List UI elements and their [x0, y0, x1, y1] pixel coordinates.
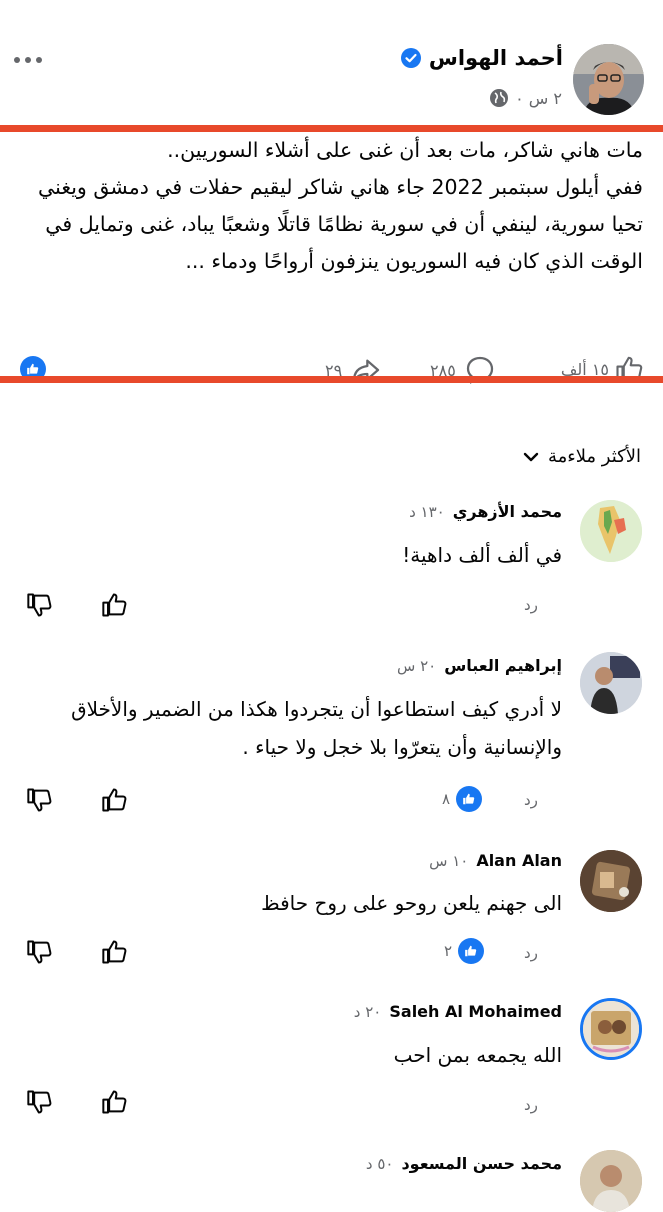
post-line: ففي أيلول سبتمبر 2022 جاء هاني شاكر ليقي…: [38, 175, 643, 273]
comment-like-count: ٢: [444, 942, 453, 960]
post-author[interactable]: أحمد الهواس: [400, 46, 563, 70]
post-line: مات هاني شاكر، مات بعد أن غنى على أشلاء …: [167, 138, 643, 162]
comment-time: ٢٠ د: [353, 1003, 382, 1021]
dot-icon: [25, 57, 31, 63]
dislike-button-icon[interactable]: [26, 938, 54, 966]
reply-button[interactable]: رد: [524, 1096, 538, 1114]
like-button-icon[interactable]: [101, 786, 129, 814]
comment-author-name[interactable]: إبراهيم العباس: [444, 656, 562, 675]
dislike-button-icon[interactable]: [26, 1088, 54, 1116]
like-button-icon[interactable]: [101, 938, 129, 966]
like-button-icon[interactable]: [101, 1088, 129, 1116]
comment-text: لا أدري كيف استطاعوا أن يتجردوا هكذا من …: [71, 697, 562, 759]
comment-time: ١٠ س: [429, 852, 469, 870]
comment-author-name[interactable]: Alan Alan: [476, 851, 562, 870]
comment-time: ٥٠ د: [365, 1155, 394, 1173]
dot-icon: [14, 57, 20, 63]
dot-icon: [36, 57, 42, 63]
post-time: ٢ س ٠: [515, 88, 562, 108]
comment-text: الله يجمعه بمن احب: [393, 1043, 562, 1067]
comment-author-name[interactable]: Saleh Al Mohaimed: [389, 1002, 562, 1021]
comment-author[interactable]: Saleh Al Mohaimed ٢٠ د: [354, 1002, 562, 1021]
comment-avatar[interactable]: [580, 998, 642, 1060]
like-badge-icon: [456, 786, 483, 812]
comment-avatar[interactable]: [580, 850, 642, 912]
comment-time: ٢٠ س: [396, 657, 437, 675]
comment-author[interactable]: Alan Alan ١٠ س: [429, 851, 562, 870]
reply-button[interactable]: رد: [524, 596, 538, 614]
comment-author-name[interactable]: محمد حسن المسعود: [401, 1154, 562, 1173]
post-meta: ٢ س ٠: [489, 88, 562, 108]
comment-time: ١٣٠ د: [409, 503, 445, 521]
post-author-avatar[interactable]: [573, 44, 644, 115]
comment-text: الى جهنم يلعن روحو على روح حافظ: [261, 891, 562, 915]
chevron-down-icon: [523, 452, 539, 461]
comment-avatar[interactable]: [580, 1150, 642, 1212]
comment-author[interactable]: محمد حسن المسعود ٥٠ د: [366, 1154, 562, 1173]
comment-author[interactable]: إبراهيم العباس ٢٠ س: [397, 656, 562, 675]
author-name[interactable]: أحمد الهواس: [429, 46, 563, 70]
dislike-button-icon[interactable]: [26, 591, 54, 619]
sort-label: الأكثر ملاءمة: [547, 446, 641, 467]
reply-button[interactable]: رد: [524, 944, 538, 962]
like-button-icon[interactable]: [101, 591, 129, 619]
comment-like-count: ٨: [442, 790, 451, 808]
comment-sort-dropdown[interactable]: الأكثر ملاءمة: [522, 446, 641, 467]
comment-reactions: ٢: [444, 938, 485, 964]
comment-avatar[interactable]: [580, 652, 642, 714]
like-badge-icon: [458, 938, 485, 964]
comment-text: في ألف ألف داهية!: [402, 543, 562, 567]
more-options-button[interactable]: [14, 50, 54, 70]
post-text: مات هاني شاكر، مات بعد أن غنى على أشلاء …: [13, 132, 643, 280]
verified-badge-icon: [400, 48, 421, 68]
comment-author-name[interactable]: محمد الأزهري: [453, 502, 562, 521]
comment-author[interactable]: محمد الأزهري ١٣٠ د: [409, 502, 562, 521]
comment-avatar[interactable]: [580, 500, 642, 562]
comment-reactions: ٨: [442, 786, 483, 812]
red-highlight-line-bottom: [0, 376, 663, 383]
reply-button[interactable]: رد: [524, 791, 538, 809]
globe-icon: [490, 89, 509, 107]
red-highlight-line-top: [0, 125, 663, 132]
dislike-button-icon[interactable]: [26, 786, 54, 814]
